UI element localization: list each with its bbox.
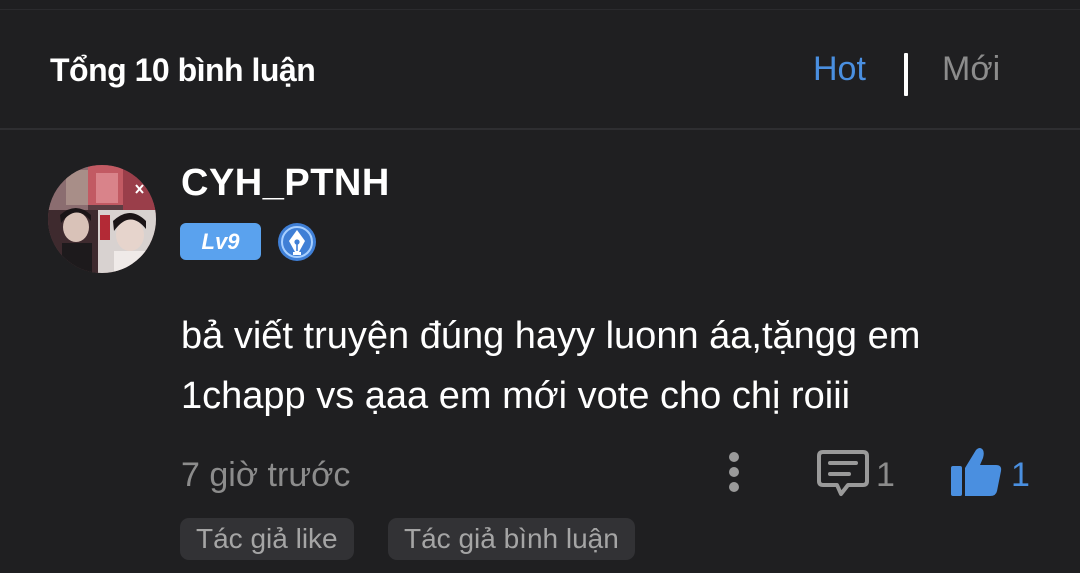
comments-header: Tổng 10 bình luận Hot Mới	[0, 10, 1080, 129]
comments-panel: Tổng 10 bình luận Hot Mới CYH_PTNH Lv9 b…	[0, 0, 1080, 573]
header-divider	[0, 128, 1080, 130]
more-vertical-icon[interactable]	[718, 449, 750, 495]
sort-hot-tab[interactable]: Hot	[813, 50, 866, 89]
comment-body: bả viết truyện đúng hayy luonn áa,tặngg …	[181, 306, 1041, 426]
comment-line: 1chapp vs ạaa em mới vote cho chị roiii	[181, 375, 851, 417]
comments-count-title: Tổng 10 bình luận	[50, 52, 316, 88]
like-count: 1	[1011, 456, 1030, 494]
reply-count: 1	[876, 456, 895, 494]
sort-divider	[904, 53, 908, 96]
comment-author-name[interactable]: CYH_PTNH	[181, 162, 390, 205]
sort-new-tab[interactable]: Mới	[942, 50, 1000, 89]
thumbs-up-icon[interactable]	[949, 446, 1003, 498]
level-badge: Lv9	[180, 223, 261, 260]
avatar[interactable]	[48, 165, 156, 273]
comment-timestamp: 7 giờ trước	[181, 456, 351, 494]
comment-line: bả viết truyện đúng hayy luonn áa,tặngg …	[181, 315, 921, 357]
avatar-image	[48, 165, 156, 273]
comment-icon[interactable]	[817, 448, 869, 498]
pen-nib-icon	[276, 221, 318, 263]
author-replied-tag: Tác giả bình luận	[388, 518, 635, 560]
author-liked-tag: Tác giả like	[180, 518, 354, 560]
